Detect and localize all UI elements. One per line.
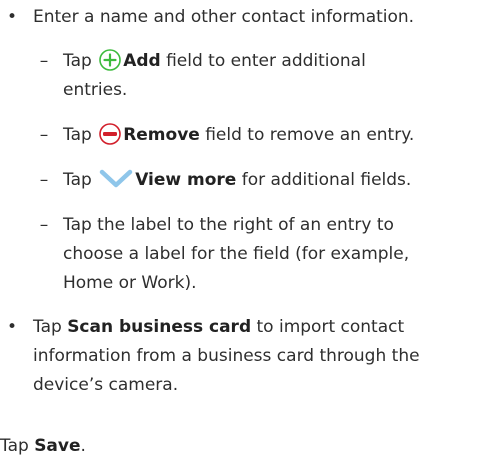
- tap-text: Tap: [0, 436, 35, 456]
- bullet-text: Tap Scan business card to import contact…: [33, 313, 465, 400]
- dash-marker: –: [39, 125, 49, 145]
- scan-description: to import contact: [251, 317, 405, 337]
- label-line-1: Tap the label to the right of an entry t…: [63, 215, 394, 235]
- scan-business-card-label: Scan business card: [67, 317, 252, 337]
- final-step-save: Tap Save.: [0, 432, 86, 461]
- view-more-label: View more: [135, 170, 237, 190]
- chevron-down-icon: [99, 169, 133, 188]
- sub-item-text: Tap Add field to enter additional entries…: [63, 47, 467, 105]
- remove-label: Remove: [123, 125, 200, 145]
- dash-marker: –: [39, 170, 49, 190]
- period: .: [80, 436, 86, 456]
- add-circle-icon: [99, 49, 121, 71]
- dash-marker: –: [39, 215, 49, 235]
- add-description: field to enter additional: [160, 51, 366, 71]
- tap-text: Tap: [63, 51, 98, 71]
- remove-circle-icon: [99, 123, 121, 145]
- dash-marker: –: [39, 51, 49, 71]
- add-description-cont: entries.: [63, 80, 128, 100]
- add-label: Add: [123, 51, 161, 71]
- scan-description-line-2: information from a business card through…: [33, 346, 420, 366]
- instructions-document: • Enter a name and other contact informa…: [0, 0, 477, 462]
- bullet-marker: •: [6, 317, 18, 337]
- tap-text: Tap: [63, 170, 98, 190]
- label-line-3: Home or Work).: [63, 273, 197, 293]
- label-line-2: choose a label for the field (for exampl…: [63, 244, 410, 264]
- view-more-description: for additional fields.: [236, 170, 412, 190]
- bullet-marker: •: [6, 7, 18, 27]
- tap-text: Tap: [63, 125, 98, 145]
- sub-item-text: Tap the label to the right of an entry t…: [63, 211, 467, 298]
- sub-item-text: Tap Remove field to remove an entry.: [63, 121, 467, 150]
- scan-description-line-3: device’s camera.: [33, 375, 179, 395]
- tap-text: Tap: [33, 317, 68, 337]
- remove-description: field to remove an entry.: [199, 125, 415, 145]
- bullet-text: Enter a name and other contact informati…: [33, 7, 415, 27]
- sub-item-text: Tap View more for additional fields.: [63, 166, 467, 195]
- save-label: Save: [34, 436, 81, 456]
